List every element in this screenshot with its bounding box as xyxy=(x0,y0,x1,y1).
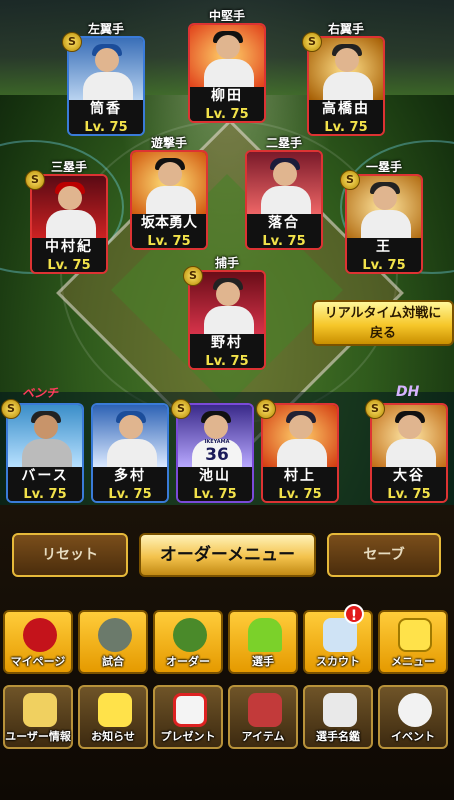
player-level: Lv. 75 xyxy=(263,486,337,501)
rank-s-icon: S xyxy=(256,399,276,419)
player-name: 野村 xyxy=(190,334,264,353)
menu-character-icon xyxy=(398,618,432,652)
user-info-icon xyxy=(23,693,57,727)
rank-s-icon: S xyxy=(171,399,191,419)
player-directory-icon xyxy=(323,693,357,727)
player-card-cf[interactable]: 中堅手 柳田 Lv. 75 xyxy=(188,9,266,123)
player-name: 多村 xyxy=(93,467,167,486)
rank-s-icon: S xyxy=(183,266,203,286)
player-card-ss[interactable]: 遊撃手 坂本勇人 Lv. 75 xyxy=(130,136,208,250)
bench-card-2[interactable]: 多村 Lv. 75 xyxy=(91,403,169,503)
bench-label: ベンチ xyxy=(22,386,59,400)
position-label: 二塁手 xyxy=(265,136,302,150)
player-card-3b[interactable]: 三塁手 中村紀 Lv. 75 S xyxy=(25,160,108,274)
rank-s-icon: S xyxy=(365,399,385,419)
rank-s-icon: S xyxy=(25,170,45,190)
menu-items[interactable]: アイテム xyxy=(228,685,298,749)
player-name: 大谷 xyxy=(372,467,446,486)
player-photo xyxy=(132,152,206,216)
menu-menu[interactable]: メニュー xyxy=(378,610,448,674)
rank-s-icon: S xyxy=(62,32,82,52)
player-photo xyxy=(247,152,321,216)
menu-match[interactable]: 試合 xyxy=(78,610,148,674)
baseball-bats-icon xyxy=(398,693,432,727)
player-card-lf[interactable]: 左翼手 筒香 Lv. 75 S xyxy=(62,22,145,136)
player-name: 中村紀 xyxy=(32,238,106,257)
player-name: 池山 xyxy=(178,467,252,486)
menu-players[interactable]: 選手 xyxy=(228,610,298,674)
menu-events[interactable]: イベント xyxy=(378,685,448,749)
player-photo xyxy=(93,405,167,469)
rank-s-icon: S xyxy=(302,32,322,52)
scout-notification-badge: ! xyxy=(344,604,364,624)
player-level: Lv. 75 xyxy=(372,486,446,501)
player-card-1b[interactable]: 一塁手 王 Lv. 75 S xyxy=(340,160,423,274)
item-card-icon xyxy=(248,693,282,727)
player-card-rf[interactable]: 右翼手 高橋由 Lv. 75 S xyxy=(302,22,385,136)
player-level: Lv. 75 xyxy=(93,486,167,501)
position-label: 遊撃手 xyxy=(150,136,187,150)
realtime-button-line2: 戻る xyxy=(369,326,396,341)
player-level: Lv. 75 xyxy=(178,486,252,501)
rank-s-icon: S xyxy=(1,399,21,419)
dh-card[interactable]: 大谷 Lv. 75 S xyxy=(365,399,448,503)
mypage-a-icon xyxy=(23,618,57,652)
menu-user-info[interactable]: ユーザー情報 xyxy=(3,685,73,749)
order-menu-button[interactable]: オーダーメニュー xyxy=(139,533,316,577)
player-name: 王 xyxy=(347,238,421,257)
menu-order[interactable]: オーダー xyxy=(153,610,223,674)
menu-notices[interactable]: お知らせ xyxy=(78,685,148,749)
player-card-c[interactable]: 捕手 野村 Lv. 75 S xyxy=(183,256,266,370)
menu-present[interactable]: プレゼント xyxy=(153,685,223,749)
player-level: Lv. 75 xyxy=(32,257,106,272)
player-photo xyxy=(190,25,264,89)
order-field-icon xyxy=(173,618,207,652)
realtime-button-line1: リアルタイム対戦に xyxy=(324,306,442,321)
realtime-match-return-button[interactable]: リアルタイム対戦に 戻る xyxy=(312,300,454,346)
menu-mypage[interactable]: マイページ xyxy=(3,610,73,674)
position-label: 中堅手 xyxy=(208,9,245,23)
save-button[interactable]: セーブ xyxy=(327,533,441,577)
player-level: Lv. 75 xyxy=(190,106,264,121)
reset-button[interactable]: リセット xyxy=(12,533,128,577)
player-name: 高橋由 xyxy=(309,100,383,119)
player-level: Lv. 75 xyxy=(132,233,206,248)
bench-card-4[interactable]: 村上 Lv. 75 S xyxy=(256,399,339,503)
player-name: 村上 xyxy=(263,467,337,486)
bench-card-3[interactable]: IKEYAMA 36 池山 Lv. 75 S xyxy=(171,399,254,503)
stadium-icon xyxy=(98,618,132,652)
menu-player-directory[interactable]: 選手名鑑 xyxy=(303,685,373,749)
player-name: 坂本勇人 xyxy=(132,214,206,233)
dh-label: DH xyxy=(396,384,420,400)
player-level: Lv. 75 xyxy=(8,486,82,501)
jersey-number: 36 xyxy=(205,445,229,465)
rank-s-icon: S xyxy=(340,170,360,190)
player-name: 落合 xyxy=(247,214,321,233)
player-name: バース xyxy=(8,467,82,486)
player-silhouette-icon xyxy=(248,618,282,652)
notice-character-icon xyxy=(98,693,132,727)
player-name: 筒香 xyxy=(69,100,143,119)
player-card-2b[interactable]: 二塁手 落合 Lv. 75 xyxy=(245,136,323,250)
menu-scout[interactable]: スカウト xyxy=(303,610,373,674)
player-name: 柳田 xyxy=(190,87,264,106)
player-level: Lv. 75 xyxy=(190,353,264,368)
bench-card-1[interactable]: バース Lv. 75 S xyxy=(1,399,84,503)
player-level: Lv. 75 xyxy=(347,257,421,272)
present-box-icon xyxy=(173,693,207,727)
player-level: Lv. 75 xyxy=(247,233,321,248)
